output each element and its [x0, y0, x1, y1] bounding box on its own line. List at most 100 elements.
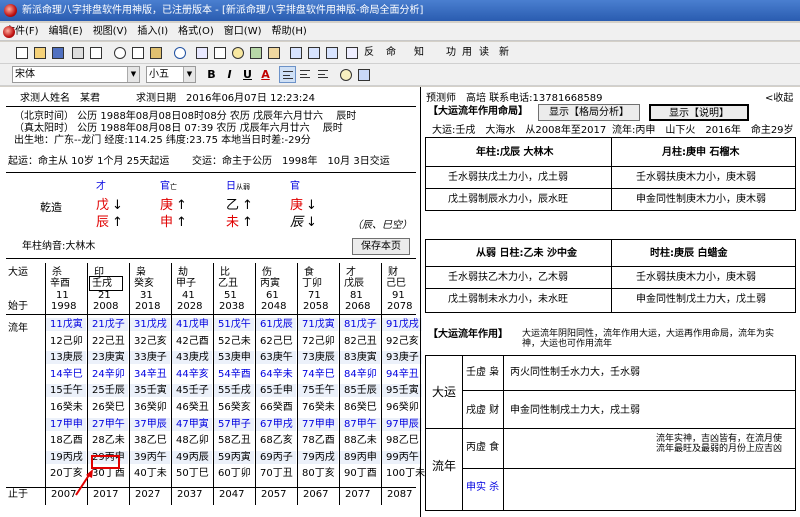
- liunian-cell[interactable]: 89丙申: [344, 452, 377, 464]
- liunian-cell[interactable]: 25壬辰: [92, 385, 125, 397]
- liunian-cell[interactable]: 14辛巳: [50, 369, 83, 381]
- menu-help[interactable]: 帮助(H): [267, 23, 312, 41]
- menu-view[interactable]: 视图(V): [88, 23, 133, 41]
- liunian-cell[interactable]: 65壬申: [260, 385, 293, 397]
- liunian-cell[interactable]: 62己巳: [260, 336, 293, 348]
- liunian-cell[interactable]: 42己酉: [176, 336, 209, 348]
- liunian-cell[interactable]: 99丙午: [386, 452, 419, 464]
- liunian-cell[interactable]: 68乙亥: [260, 435, 293, 447]
- liunian-cell[interactable]: 66癸酉: [260, 402, 293, 414]
- liunian-cell[interactable]: 40丁未: [134, 468, 167, 480]
- calendar-icon[interactable]: [344, 45, 360, 61]
- liunian-cell[interactable]: 96癸卯: [386, 402, 419, 414]
- menu-window[interactable]: 窗口(W): [219, 23, 267, 41]
- liunian-cell[interactable]: 38乙巳: [134, 435, 167, 447]
- liunian-cell[interactable]: 45壬子: [176, 385, 209, 397]
- clock-icon[interactable]: [230, 45, 246, 61]
- cut-icon[interactable]: [112, 45, 128, 61]
- liunian-cell[interactable]: 31戊戌: [134, 319, 167, 331]
- liunian-cell[interactable]: 57甲子: [218, 419, 251, 431]
- liunian-cell[interactable]: 78乙酉: [302, 435, 335, 447]
- show-pattern-analysis-button[interactable]: 显示【格局分析】: [538, 104, 640, 121]
- liunian-cell[interactable]: 95壬寅: [386, 385, 419, 397]
- liunian-cell[interactable]: 93庚子: [386, 352, 419, 364]
- image-icon[interactable]: [248, 45, 264, 61]
- search-icon[interactable]: [338, 67, 354, 83]
- liunian-cell[interactable]: 60丁卯: [218, 468, 251, 480]
- menu-insert[interactable]: 插入(I): [132, 23, 173, 41]
- print-icon[interactable]: [70, 45, 86, 61]
- liunian-cell[interactable]: 55壬戌: [218, 385, 251, 397]
- liunian-cell[interactable]: 87甲午: [344, 419, 377, 431]
- ming-button[interactable]: 命: [386, 45, 396, 61]
- split-icon[interactable]: [324, 45, 340, 61]
- liunian-cell[interactable]: 61戊辰: [260, 319, 293, 331]
- liunian-cell[interactable]: 52己未: [218, 336, 251, 348]
- copy-icon[interactable]: [130, 45, 146, 61]
- insert-object-icon[interactable]: [212, 45, 228, 61]
- liunian-cell[interactable]: 91戊戌: [386, 319, 419, 331]
- reverse-button[interactable]: 反: [364, 45, 374, 61]
- save-icon[interactable]: [50, 45, 66, 61]
- liunian-cell[interactable]: 27甲午: [92, 419, 125, 431]
- print-preview-icon[interactable]: [88, 45, 104, 61]
- xin-button[interactable]: 新: [499, 45, 509, 61]
- liunian-cell[interactable]: 28乙未: [92, 435, 125, 447]
- du-button[interactable]: 读: [479, 45, 489, 61]
- liunian-cell[interactable]: 37甲辰: [134, 419, 167, 431]
- grid-icon[interactable]: [288, 45, 304, 61]
- collapse-button[interactable]: <收起: [765, 93, 793, 105]
- liunian-cell[interactable]: 30丁酉: [92, 468, 125, 480]
- liunian-cell[interactable]: 74辛巳: [302, 369, 335, 381]
- menu-edit[interactable]: 编辑(E): [44, 23, 88, 41]
- liunian-cell[interactable]: 71戊寅: [302, 319, 335, 331]
- new-file-icon[interactable]: [14, 45, 30, 61]
- document-icon[interactable]: [3, 26, 15, 38]
- liunian-cell[interactable]: 13庚辰: [50, 352, 83, 364]
- bold-button[interactable]: B: [203, 66, 220, 83]
- liunian-cell[interactable]: 26癸巳: [92, 402, 125, 414]
- underline-button[interactable]: U: [239, 66, 256, 83]
- font-color-button[interactable]: A: [257, 66, 274, 83]
- liunian-cell[interactable]: 22己丑: [92, 336, 125, 348]
- liunian-cell[interactable]: 36癸卯: [134, 402, 167, 414]
- liunian-cell[interactable]: 12己卯: [50, 336, 83, 348]
- align-center-button[interactable]: [297, 66, 314, 83]
- font-size-select[interactable]: 小五 ▼: [146, 66, 196, 83]
- liunian-cell[interactable]: 63庚午: [260, 352, 293, 364]
- liunian-cell[interactable]: 54辛酉: [218, 369, 251, 381]
- chart-icon[interactable]: [266, 45, 282, 61]
- zhi-button[interactable]: 知: [414, 45, 424, 61]
- liunian-cell[interactable]: 84辛卯: [344, 369, 377, 381]
- liunian-cell[interactable]: 92己亥: [386, 336, 419, 348]
- liunian-cell[interactable]: 48乙卯: [176, 435, 209, 447]
- liunian-cell[interactable]: 70丁丑: [260, 468, 293, 480]
- liunian-cell[interactable]: 98乙巳: [386, 435, 419, 447]
- italic-button[interactable]: I: [221, 66, 238, 83]
- liunian-cell[interactable]: 75壬午: [302, 385, 335, 397]
- liunian-cell[interactable]: 15壬午: [50, 385, 83, 397]
- insert-table-icon[interactable]: [194, 45, 210, 61]
- liunian-cell[interactable]: 39丙午: [134, 452, 167, 464]
- menu-format[interactable]: 格式(O): [173, 23, 219, 41]
- liunian-cell[interactable]: 82己丑: [344, 336, 377, 348]
- undo-icon[interactable]: [172, 45, 188, 61]
- open-folder-icon[interactable]: [32, 45, 48, 61]
- liunian-cell[interactable]: 90丁酉: [344, 468, 377, 480]
- liunian-cell[interactable]: 69丙子: [260, 452, 293, 464]
- liunian-cell[interactable]: 77甲申: [302, 419, 335, 431]
- liunian-cell[interactable]: 88乙未: [344, 435, 377, 447]
- liunian-cell[interactable]: 11戊寅: [50, 319, 83, 331]
- liunian-cell[interactable]: 44辛亥: [176, 369, 209, 381]
- liunian-cell[interactable]: 53庚申: [218, 352, 251, 364]
- liunian-cell[interactable]: 86癸巳: [344, 402, 377, 414]
- liunian-cell[interactable]: 33庚子: [134, 352, 167, 364]
- liunian-cell[interactable]: 56癸亥: [218, 402, 251, 414]
- liunian-cell[interactable]: 79丙戌: [302, 452, 335, 464]
- liunian-cell[interactable]: 58乙丑: [218, 435, 251, 447]
- liunian-cell[interactable]: 43庚戌: [176, 352, 209, 364]
- liunian-cell[interactable]: 23庚寅: [92, 352, 125, 364]
- liunian-cell[interactable]: 24辛卯: [92, 369, 125, 381]
- yong-button[interactable]: 用: [462, 45, 472, 61]
- liunian-cell[interactable]: 64辛未: [260, 369, 293, 381]
